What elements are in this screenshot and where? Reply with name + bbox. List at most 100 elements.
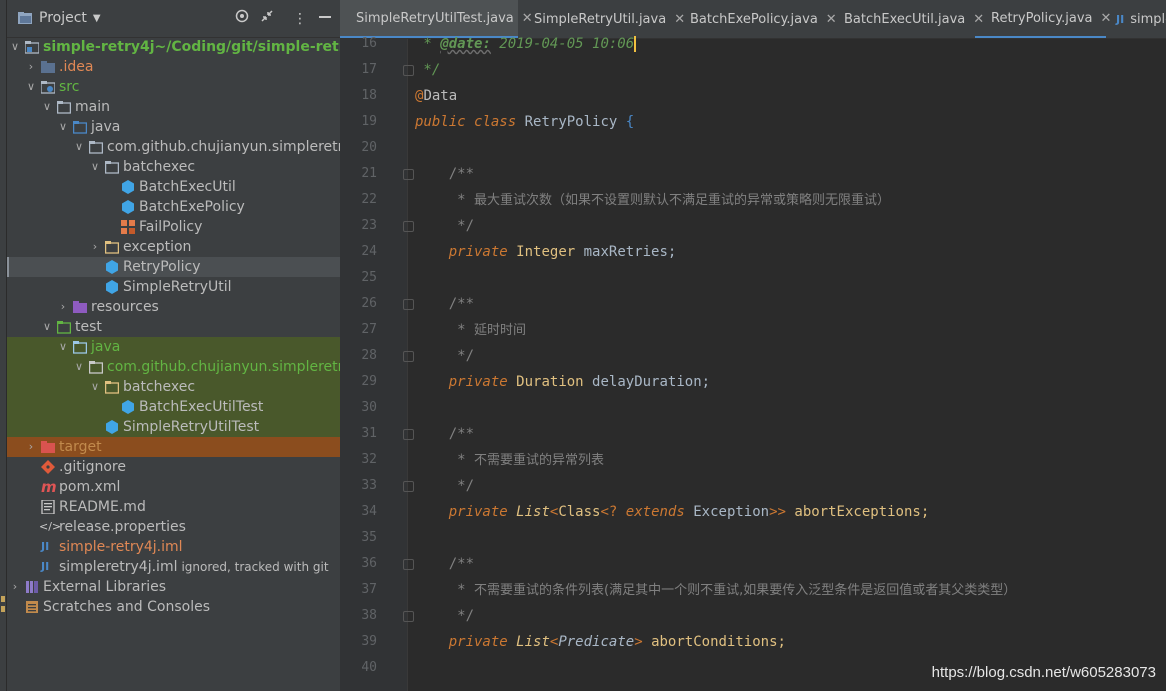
project-view-selector[interactable]: Project ▼ — [17, 10, 101, 26]
tree-label: SimpleRetryUtil — [123, 279, 232, 295]
fold-marker-icon[interactable] — [403, 299, 414, 310]
code-line-19: public class RetryPolicy { — [415, 114, 635, 130]
fold-marker-icon[interactable] — [403, 559, 414, 570]
markdown-file-icon — [41, 500, 55, 514]
editor-area: SimpleRetryUtilTest.java ✕ SimpleRetryUt… — [340, 0, 1166, 691]
tab-simple-iml[interactable]: JI simple — [1106, 0, 1166, 38]
line-number: 21 — [361, 166, 377, 181]
tab-label: RetryPolicy.java — [991, 10, 1093, 26]
chevron-down-icon[interactable]: ∨ — [57, 337, 69, 357]
package-icon — [105, 241, 119, 254]
tree-label: java — [91, 339, 121, 355]
tree-node-batchexecutiltest[interactable]: BatchExecUtilTest — [7, 397, 340, 417]
chevron-right-icon[interactable]: › — [25, 57, 37, 77]
line-number: 31 — [361, 426, 377, 441]
fold-marker-icon[interactable] — [403, 351, 414, 362]
chevron-down-icon[interactable]: ∨ — [73, 137, 85, 157]
tree-label: com.github.chujianyun.simpleretry4 — [107, 139, 340, 155]
fold-marker-icon[interactable] — [403, 169, 414, 180]
line-number: 35 — [361, 530, 377, 545]
code-line-16: * @date: 2019-04-05 10:06 — [415, 36, 637, 52]
tree-node-src[interactable]: ∨ src — [7, 77, 340, 97]
tree-node-package-main[interactable]: ∨ com.github.chujianyun.simpleretry4 — [7, 137, 340, 157]
tree-node-gitignore[interactable]: .gitignore — [7, 457, 340, 477]
tree-label: FailPolicy — [139, 219, 203, 235]
chevron-right-icon[interactable]: › — [25, 437, 37, 457]
chevron-down-icon: ▼ — [92, 12, 101, 24]
locate-target-icon[interactable] — [232, 9, 252, 29]
tree-node-release[interactable]: </> release.properties — [7, 517, 340, 537]
tree-node-batchexec-test[interactable]: ∨ batchexec — [7, 377, 340, 397]
folder-icon — [41, 61, 55, 73]
tab-label: BatchExecUtil.java — [844, 12, 966, 27]
source-root-folder-icon — [73, 121, 87, 134]
tree-node-test[interactable]: ∨ test — [7, 317, 340, 337]
tree-node-root[interactable]: ∨ simple-retry4j~/Coding/git/simple-retr… — [7, 37, 340, 57]
tree-node-iml-2[interactable]: JI simpleretry4j.iml ignored, tracked wit… — [7, 557, 340, 577]
scratches-icon — [26, 601, 38, 613]
chevron-right-icon[interactable]: › — [89, 237, 101, 257]
tree-node-retrypolicy[interactable]: RetryPolicy — [7, 257, 340, 277]
tree-node-idea[interactable]: › .idea — [7, 57, 340, 77]
chevron-down-icon[interactable]: ∨ — [41, 317, 53, 337]
chevron-right-icon[interactable]: › — [9, 577, 21, 597]
tree-label: External Libraries — [43, 579, 166, 595]
collapse-all-icon[interactable] — [257, 9, 277, 29]
tree-label: BatchExePolicy — [139, 199, 245, 215]
fold-marker-icon[interactable] — [403, 429, 414, 440]
code-line-23: */ — [448, 218, 475, 234]
fold-marker-icon[interactable] — [403, 481, 414, 492]
chevron-down-icon[interactable]: ∨ — [9, 37, 21, 57]
line-number: 37 — [361, 582, 377, 597]
project-title: Project — [39, 10, 87, 26]
chevron-right-icon[interactable]: › — [57, 297, 69, 317]
tree-node-iml-1[interactable]: JI simple-retry4j.iml — [7, 537, 340, 557]
tree-node-package-test[interactable]: ∨ com.github.chujianyun.simpleretry4 — [7, 357, 340, 377]
chevron-down-icon[interactable]: ∨ — [73, 357, 85, 377]
tree-node-batchexecutil[interactable]: BatchExecUtil — [7, 177, 340, 197]
fold-marker-icon[interactable] — [403, 221, 414, 232]
minimize-icon[interactable] — [315, 9, 335, 29]
chevron-down-icon[interactable]: ∨ — [41, 97, 53, 117]
tree-node-batchexepolicy[interactable]: BatchExePolicy — [7, 197, 340, 217]
tree-node-resources[interactable]: › resources — [7, 297, 340, 317]
tree-label: Scratches and Consoles — [43, 599, 210, 615]
code-line-39: private List<Predicate> abortConditions; — [448, 634, 786, 650]
tree-node-failpolicy[interactable]: FailPolicy — [7, 217, 340, 237]
folder-icon — [57, 101, 71, 114]
more-options-icon[interactable]: ⋮ — [290, 9, 310, 29]
tree-node-readme[interactable]: README.md — [7, 497, 340, 517]
tree-node-simpleretryutil[interactable]: SimpleRetryUtil — [7, 277, 340, 297]
code-area[interactable]: * @date: 2019-04-05 10:06 */ @Data publi… — [415, 36, 1165, 691]
tree-node-java-test[interactable]: ∨ java — [7, 337, 340, 357]
tree-node-external-libraries[interactable]: › External Libraries — [7, 577, 340, 597]
chevron-down-icon[interactable]: ∨ — [89, 377, 101, 397]
fold-marker-icon[interactable] — [403, 65, 414, 76]
tree-node-batchexec-main[interactable]: ∨ batchexec — [7, 157, 340, 177]
tree-node-exception[interactable]: › exception — [7, 237, 340, 257]
tree-label: batchexec — [123, 159, 196, 175]
code-file-icon: </> — [39, 520, 62, 533]
line-number: 33 — [361, 478, 377, 493]
tree-node-main[interactable]: ∨ main — [7, 97, 340, 117]
chevron-down-icon[interactable]: ∨ — [89, 157, 101, 177]
line-number: 32 — [361, 452, 377, 467]
chevron-down-icon[interactable]: ∨ — [25, 77, 37, 97]
code-line-38: */ — [448, 608, 475, 624]
tree-label: test — [75, 319, 102, 335]
fold-marker-icon[interactable] — [403, 611, 414, 622]
tree-node-scratches[interactable]: Scratches and Consoles — [7, 597, 340, 617]
tree-node-java-main[interactable]: ∨ java — [7, 117, 340, 137]
tree-label: simple-retry4j.iml — [59, 539, 183, 555]
tab-batchexepolicy[interactable]: BatchExePolicy.java ✕ — [674, 0, 837, 38]
tree-label: BatchExecUtil — [139, 179, 236, 195]
tree-node-simpleretryutiltest[interactable]: SimpleRetryUtilTest — [7, 417, 340, 437]
tab-batchexecutil[interactable]: BatchExecUtil.java ✕ — [828, 0, 984, 38]
tree-node-pom[interactable]: m pom.xml — [7, 477, 340, 497]
tree-node-target[interactable]: › target — [7, 437, 340, 457]
java-class-icon — [122, 400, 134, 414]
chevron-down-icon[interactable]: ∨ — [57, 117, 69, 137]
line-number: 25 — [361, 270, 377, 285]
line-number: 40 — [361, 660, 377, 675]
tab-retrypolicy[interactable]: RetryPolicy.java ✕ — [975, 0, 1111, 38]
